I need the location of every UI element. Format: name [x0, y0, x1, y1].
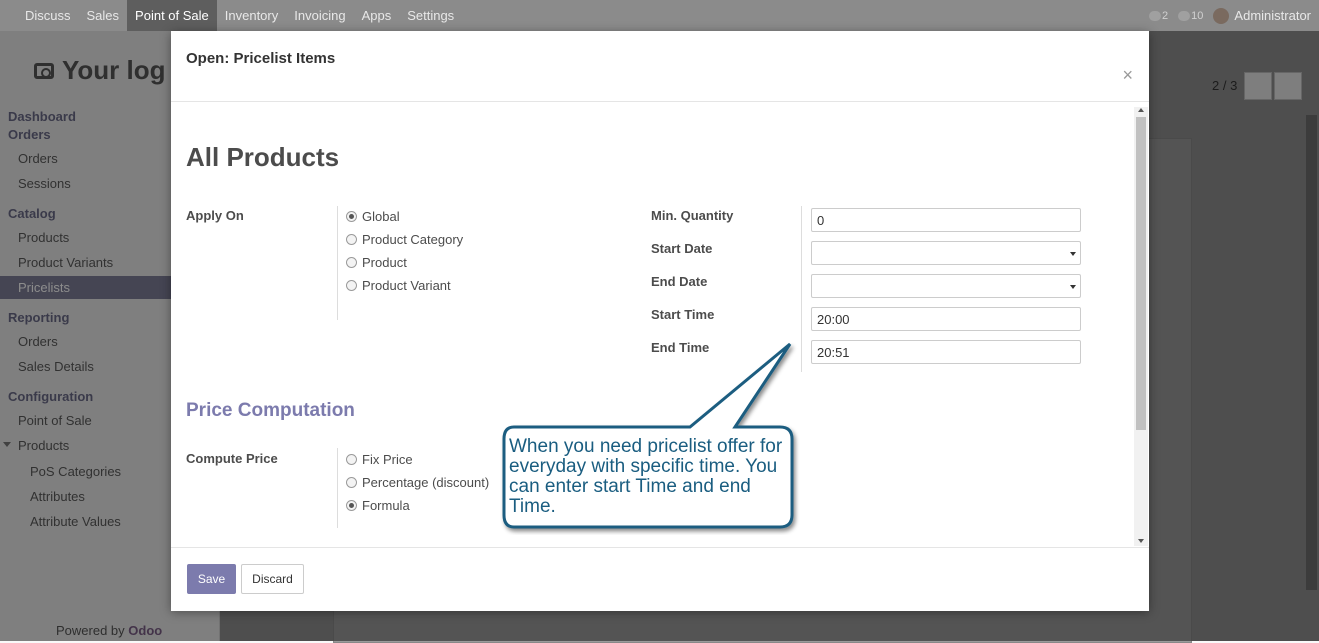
top-navbar: Discuss Sales Point of Sale Inventory In… — [0, 0, 1319, 31]
discard-button[interactable]: Discard — [241, 564, 304, 594]
radio-product-variant[interactable]: Product Variant — [346, 278, 451, 293]
close-icon[interactable]: × — [1122, 65, 1133, 86]
app-apps[interactable]: Apps — [354, 0, 400, 31]
scroll-thumb[interactable] — [1136, 117, 1146, 430]
start-date-label: Start Date — [651, 241, 713, 256]
field-divider — [801, 206, 802, 372]
scroll-up-icon[interactable] — [1138, 108, 1144, 112]
end-date-label: End Date — [651, 274, 708, 289]
app-point-of-sale[interactable]: Point of Sale — [127, 0, 217, 31]
radio-product-category[interactable]: Product Category — [346, 232, 463, 247]
radio-percentage[interactable]: Percentage (discount) — [346, 475, 489, 490]
app-sales[interactable]: Sales — [79, 0, 128, 31]
avatar — [1213, 7, 1230, 24]
start-time-label: Start Time — [651, 307, 715, 322]
end-date-select[interactable] — [811, 274, 1081, 298]
radio-formula[interactable]: Formula — [346, 498, 410, 513]
compute-price-label: Compute Price — [186, 451, 278, 466]
apply-on-label: Apply On — [186, 208, 244, 223]
start-date-select[interactable] — [811, 241, 1081, 265]
min-quantity-label: Min. Quantity — [651, 208, 734, 223]
chat-icon[interactable]: 2 — [1149, 10, 1168, 22]
activity-icon[interactable]: 10 — [1178, 10, 1203, 22]
field-divider — [337, 448, 338, 528]
radio-button[interactable] — [346, 257, 357, 268]
chat-count: 2 — [1162, 9, 1169, 22]
dialog-title: Open: Pricelist Items — [186, 50, 336, 67]
dialog-footer: Save Discard — [171, 547, 1149, 611]
app-discuss[interactable]: Discuss — [17, 0, 79, 31]
radio-button[interactable] — [346, 500, 357, 511]
callout-text: When you need pricelist offer for everyd… — [509, 436, 783, 517]
radio-fix-price[interactable]: Fix Price — [346, 452, 413, 467]
price-computation-heading: Price Computation — [186, 400, 355, 421]
user-menu[interactable]: Administrator — [1213, 7, 1311, 24]
field-divider — [337, 206, 338, 320]
radio-button[interactable] — [346, 454, 357, 465]
app-inventory[interactable]: Inventory — [217, 0, 286, 31]
save-button[interactable]: Save — [187, 564, 236, 594]
radio-button[interactable] — [346, 280, 357, 291]
chevron-down-icon[interactable] — [1070, 285, 1076, 289]
radio-global[interactable]: Global — [346, 209, 400, 224]
end-time-input[interactable] — [811, 340, 1081, 364]
radio-button[interactable] — [346, 234, 357, 245]
min-quantity-input[interactable] — [811, 208, 1081, 232]
radio-button[interactable] — [346, 477, 357, 488]
radio-product[interactable]: Product — [346, 255, 407, 270]
activity-count: 10 — [1191, 9, 1204, 22]
radio-button[interactable] — [346, 211, 357, 222]
chevron-down-icon[interactable] — [1070, 252, 1076, 256]
app-settings[interactable]: Settings — [399, 0, 462, 31]
dialog-scrollbar[interactable] — [1134, 107, 1148, 546]
app-invoicing[interactable]: Invoicing — [286, 0, 353, 31]
record-title: All Products — [186, 142, 340, 172]
scroll-down-icon[interactable] — [1138, 539, 1144, 543]
user-name: Administrator — [1234, 8, 1311, 23]
dialog-header: Open: Pricelist Items × — [171, 31, 1149, 102]
start-time-input[interactable] — [811, 307, 1081, 331]
